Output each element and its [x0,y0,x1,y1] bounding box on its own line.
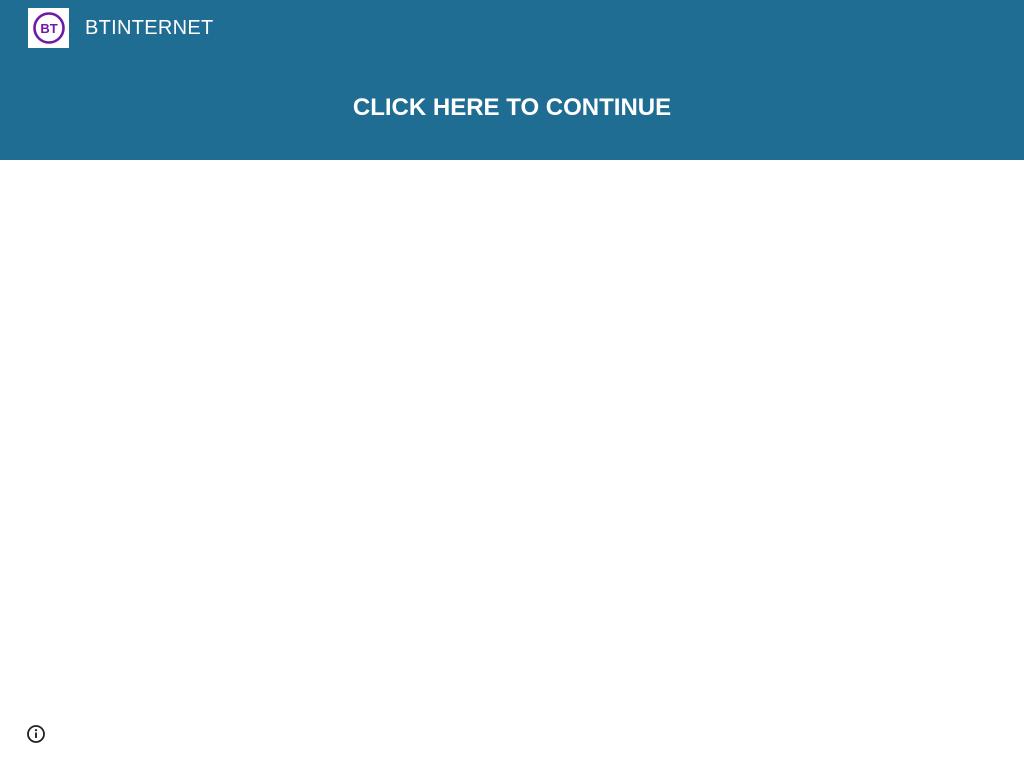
page: BT BTINTERNET CLICK HERE TO CONTINUE [0,0,1024,768]
bt-logo: BT [28,8,69,48]
bt-logo-icon: BT [32,12,65,44]
site-home-link[interactable]: BT BTINTERNET [28,8,214,48]
site-title: BTINTERNET [85,17,214,39]
continue-link[interactable]: CLICK HERE TO CONTINUE [0,86,1024,130]
site-info-button[interactable] [26,724,46,744]
logo-text: BT [40,21,57,36]
info-icon [27,725,45,743]
site-header: BT BTINTERNET CLICK HERE TO CONTINUE [0,0,1024,160]
main-content [0,160,1024,768]
